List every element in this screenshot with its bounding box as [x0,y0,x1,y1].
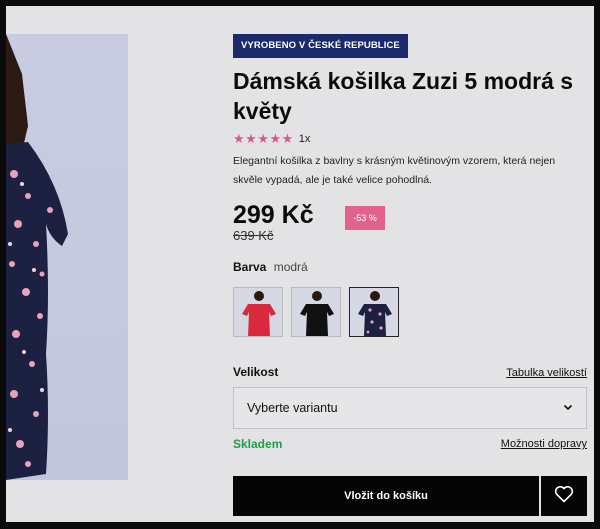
size-label: Velikost [233,365,279,379]
purchase-actions: Vložit do košíku [233,476,587,516]
shipping-options-link[interactable]: Možnosti dopravy [501,438,587,450]
color-swatches [233,287,588,337]
product-page: VYROBENO V ČESKÉ REPUBLICE Dámská košilk… [6,6,594,522]
variant-select-value: Vyberte variantu [247,401,338,415]
product-description: Elegantní košilka z bavlny s krásným kvě… [233,155,556,186]
chevron-down-icon [562,401,574,416]
size-table-link[interactable]: Tabulka velikostí [506,367,587,379]
add-to-cart-button[interactable]: Vložit do košíku [233,476,539,516]
product-info: VYROBENO V ČESKÉ REPUBLICE Dámská košilk… [233,34,588,451]
red-dress-thumbnail [242,291,276,336]
swatch-black[interactable] [291,287,341,337]
swatch-navy-floral[interactable] [349,287,399,337]
star-rating-icons: ★★★★★ [233,131,294,146]
color-row: Barva modrá [233,260,588,275]
origin-badge: VYROBENO V ČESKÉ REPUBLICE [233,34,408,58]
heart-icon [554,485,574,508]
old-price: 639 Kč [233,228,274,243]
discount-badge: -53 % [345,206,385,230]
price-block: 299 Kč 639 Kč -53 % [233,202,588,244]
swatch-red[interactable] [233,287,283,337]
color-value: modrá [273,260,308,274]
rating-count: 1x [298,133,311,145]
variant-select[interactable]: Vyberte variantu [233,387,587,429]
rating[interactable]: ★★★★★ 1x [233,132,588,146]
product-title: Dámská košilka Zuzi 5 modrá s květy [233,68,574,124]
navy-floral-dress-thumbnail [358,291,392,336]
product-photo[interactable] [6,34,128,480]
size-row: Velikost Tabulka velikostí [233,365,587,379]
wishlist-button[interactable] [541,476,587,516]
model-photo-image [6,34,68,480]
stock-status: Skladem [233,437,283,451]
black-dress-thumbnail [300,291,334,336]
current-price: 299 Kč [233,201,314,229]
availability-row: Skladem Možnosti dopravy [233,437,587,451]
color-label: Barva [233,260,267,274]
